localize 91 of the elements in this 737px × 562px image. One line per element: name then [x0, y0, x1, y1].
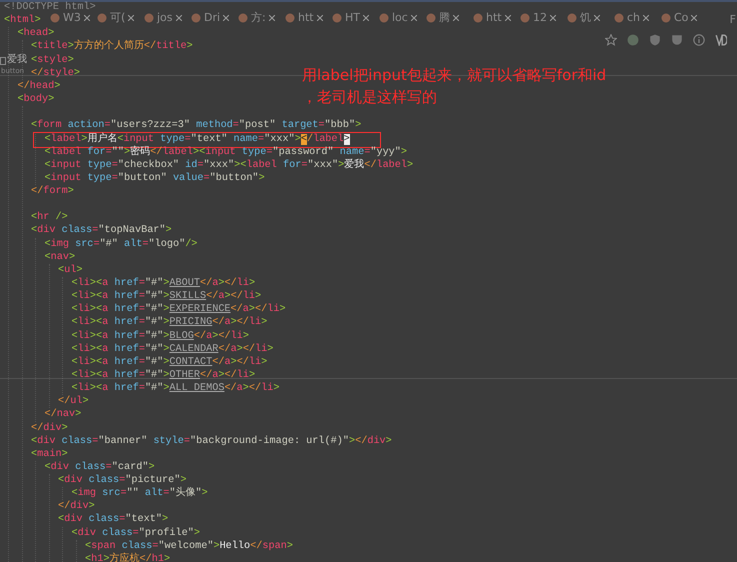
browser-tab[interactable]: htt: [298, 10, 314, 26]
browser-tab[interactable]: Co: [674, 10, 688, 26]
code-line: <img src="#" alt="logo"/>: [44, 238, 198, 251]
code-line: <input type="button" value="button">: [44, 172, 265, 185]
browser-tab[interactable]: F: [730, 12, 736, 28]
browser-tab[interactable]: Dri: [204, 10, 220, 26]
code-line: <div class="picture">: [58, 474, 186, 486]
code-line: <li><a href="#">CONTACT</a></li>: [72, 356, 268, 369]
code-line: <div class="text">: [58, 513, 168, 527]
code-line: <div class="card">: [44, 460, 155, 474]
browser-tab[interactable]: 饥: [580, 10, 591, 26]
annotation-text: ，老司机是这样写的: [302, 87, 438, 108]
code-line: <li><a href="#">ABOUT</a></li>: [72, 276, 256, 290]
close-icon: [128, 14, 134, 21]
site-icon: [661, 12, 671, 23]
code-line: <li><a href="#">PRICING</a></li>: [72, 316, 268, 330]
code-line: </form>: [31, 184, 74, 198]
site-icon: [520, 12, 530, 23]
code-line: <body>: [18, 92, 54, 106]
code-line: <li><a href="#">EXPERIENCE</a></li>: [72, 303, 286, 316]
code-line: <span class="welcome">Hello</span>: [85, 540, 293, 552]
close-icon: [268, 14, 275, 21]
close-icon: [453, 14, 459, 21]
site-icon: [567, 12, 577, 23]
code-line: <html>: [4, 14, 41, 28]
site-icon: [238, 12, 248, 23]
code-line: <nav>: [44, 250, 76, 264]
code-line: </ul>: [58, 395, 89, 408]
browser-tab[interactable]: 可(: [110, 10, 126, 26]
close-icon: [316, 14, 323, 21]
shield-icon: [649, 34, 661, 46]
code-line: <ul>: [58, 264, 82, 277]
circle-icon: [627, 34, 639, 46]
code-line: </head>: [18, 80, 60, 93]
close-icon: [363, 14, 369, 21]
site-icon: [379, 12, 389, 23]
site-icon: [144, 12, 154, 23]
code-line: </style>: [31, 66, 80, 80]
site-icon: [191, 12, 201, 23]
code-line: <div class="profile">: [72, 526, 200, 540]
code-line: <head>: [18, 27, 54, 40]
site-icon: [332, 12, 342, 23]
close-icon: [594, 14, 600, 21]
logo-icon: [715, 34, 727, 46]
close-icon: [550, 14, 556, 21]
code-line: <hr />: [31, 211, 68, 224]
code-line: <title>方方的个人简历</title>: [31, 40, 193, 54]
close-icon: [643, 14, 650, 21]
browser-tab[interactable]: htt: [486, 10, 502, 26]
star-icon: [605, 34, 617, 46]
code-line: <li><a href="#">ALL DEMOS</a></li>: [72, 382, 280, 396]
code-line: </div>: [31, 422, 68, 435]
annotation-text: 用label把input包起来，就可以省略写for和id: [302, 65, 606, 86]
code-line: </div>: [58, 500, 95, 514]
close-icon: [504, 14, 511, 21]
site-icon: [473, 12, 483, 23]
code-line: <li><a href="#">BLOG</a></li>: [72, 330, 249, 343]
close-icon: [223, 14, 230, 21]
browser-tab[interactable]: loc: [392, 10, 408, 26]
close-icon: [176, 14, 182, 21]
close-icon: [691, 14, 698, 21]
code-line: <main>: [31, 448, 68, 461]
code-line: <li><a href="#">CALENDAR</a></li>: [72, 342, 274, 356]
browser-tab[interactable]: 腾: [439, 10, 450, 26]
site-icon: [614, 12, 624, 23]
code-line: <h1>方应杭</h1>: [85, 552, 170, 562]
code-line: <label for="">密码</label><input type="password" name="yyy">: [44, 146, 408, 158]
checkbox[interactable]: [0, 57, 6, 65]
code-line: <div class="topNavBar">: [31, 224, 172, 238]
browser-tab[interactable]: 12: [533, 10, 547, 26]
code-line: <li><a href="#">OTHER</a></li>: [72, 368, 256, 382]
close-icon: [410, 14, 417, 21]
code-line: <li><a href="#">SKILLS</a></li>: [72, 290, 262, 304]
pocket-icon: [671, 34, 683, 46]
code-line: <img src="" alt="头像">: [72, 487, 208, 500]
info-icon: [693, 34, 705, 46]
browser-tab[interactable]: HT: [345, 10, 360, 26]
code-line: <div class="banner" style="background-image: url(#)"></div>: [31, 434, 392, 448]
checkbox-label: 爱我: [7, 54, 27, 66]
code-line: <input type="checkbox" id="xxx"><label for="xxx">爱我</label>: [44, 158, 414, 172]
close-icon: [84, 14, 90, 21]
site-icon: [97, 12, 107, 23]
code-line: <form action="users?zzz=3" method="post" target="bbb">: [31, 119, 362, 132]
browser-tab[interactable]: ch: [627, 10, 640, 26]
site-icon: [50, 12, 60, 23]
browser-tab[interactable]: jos: [157, 10, 173, 26]
site-icon: [426, 12, 436, 23]
browser-tab[interactable]: 方:: [251, 10, 266, 26]
site-icon: [285, 12, 295, 23]
code-line: <style>: [31, 54, 74, 67]
code-line: </nav>: [44, 408, 82, 422]
